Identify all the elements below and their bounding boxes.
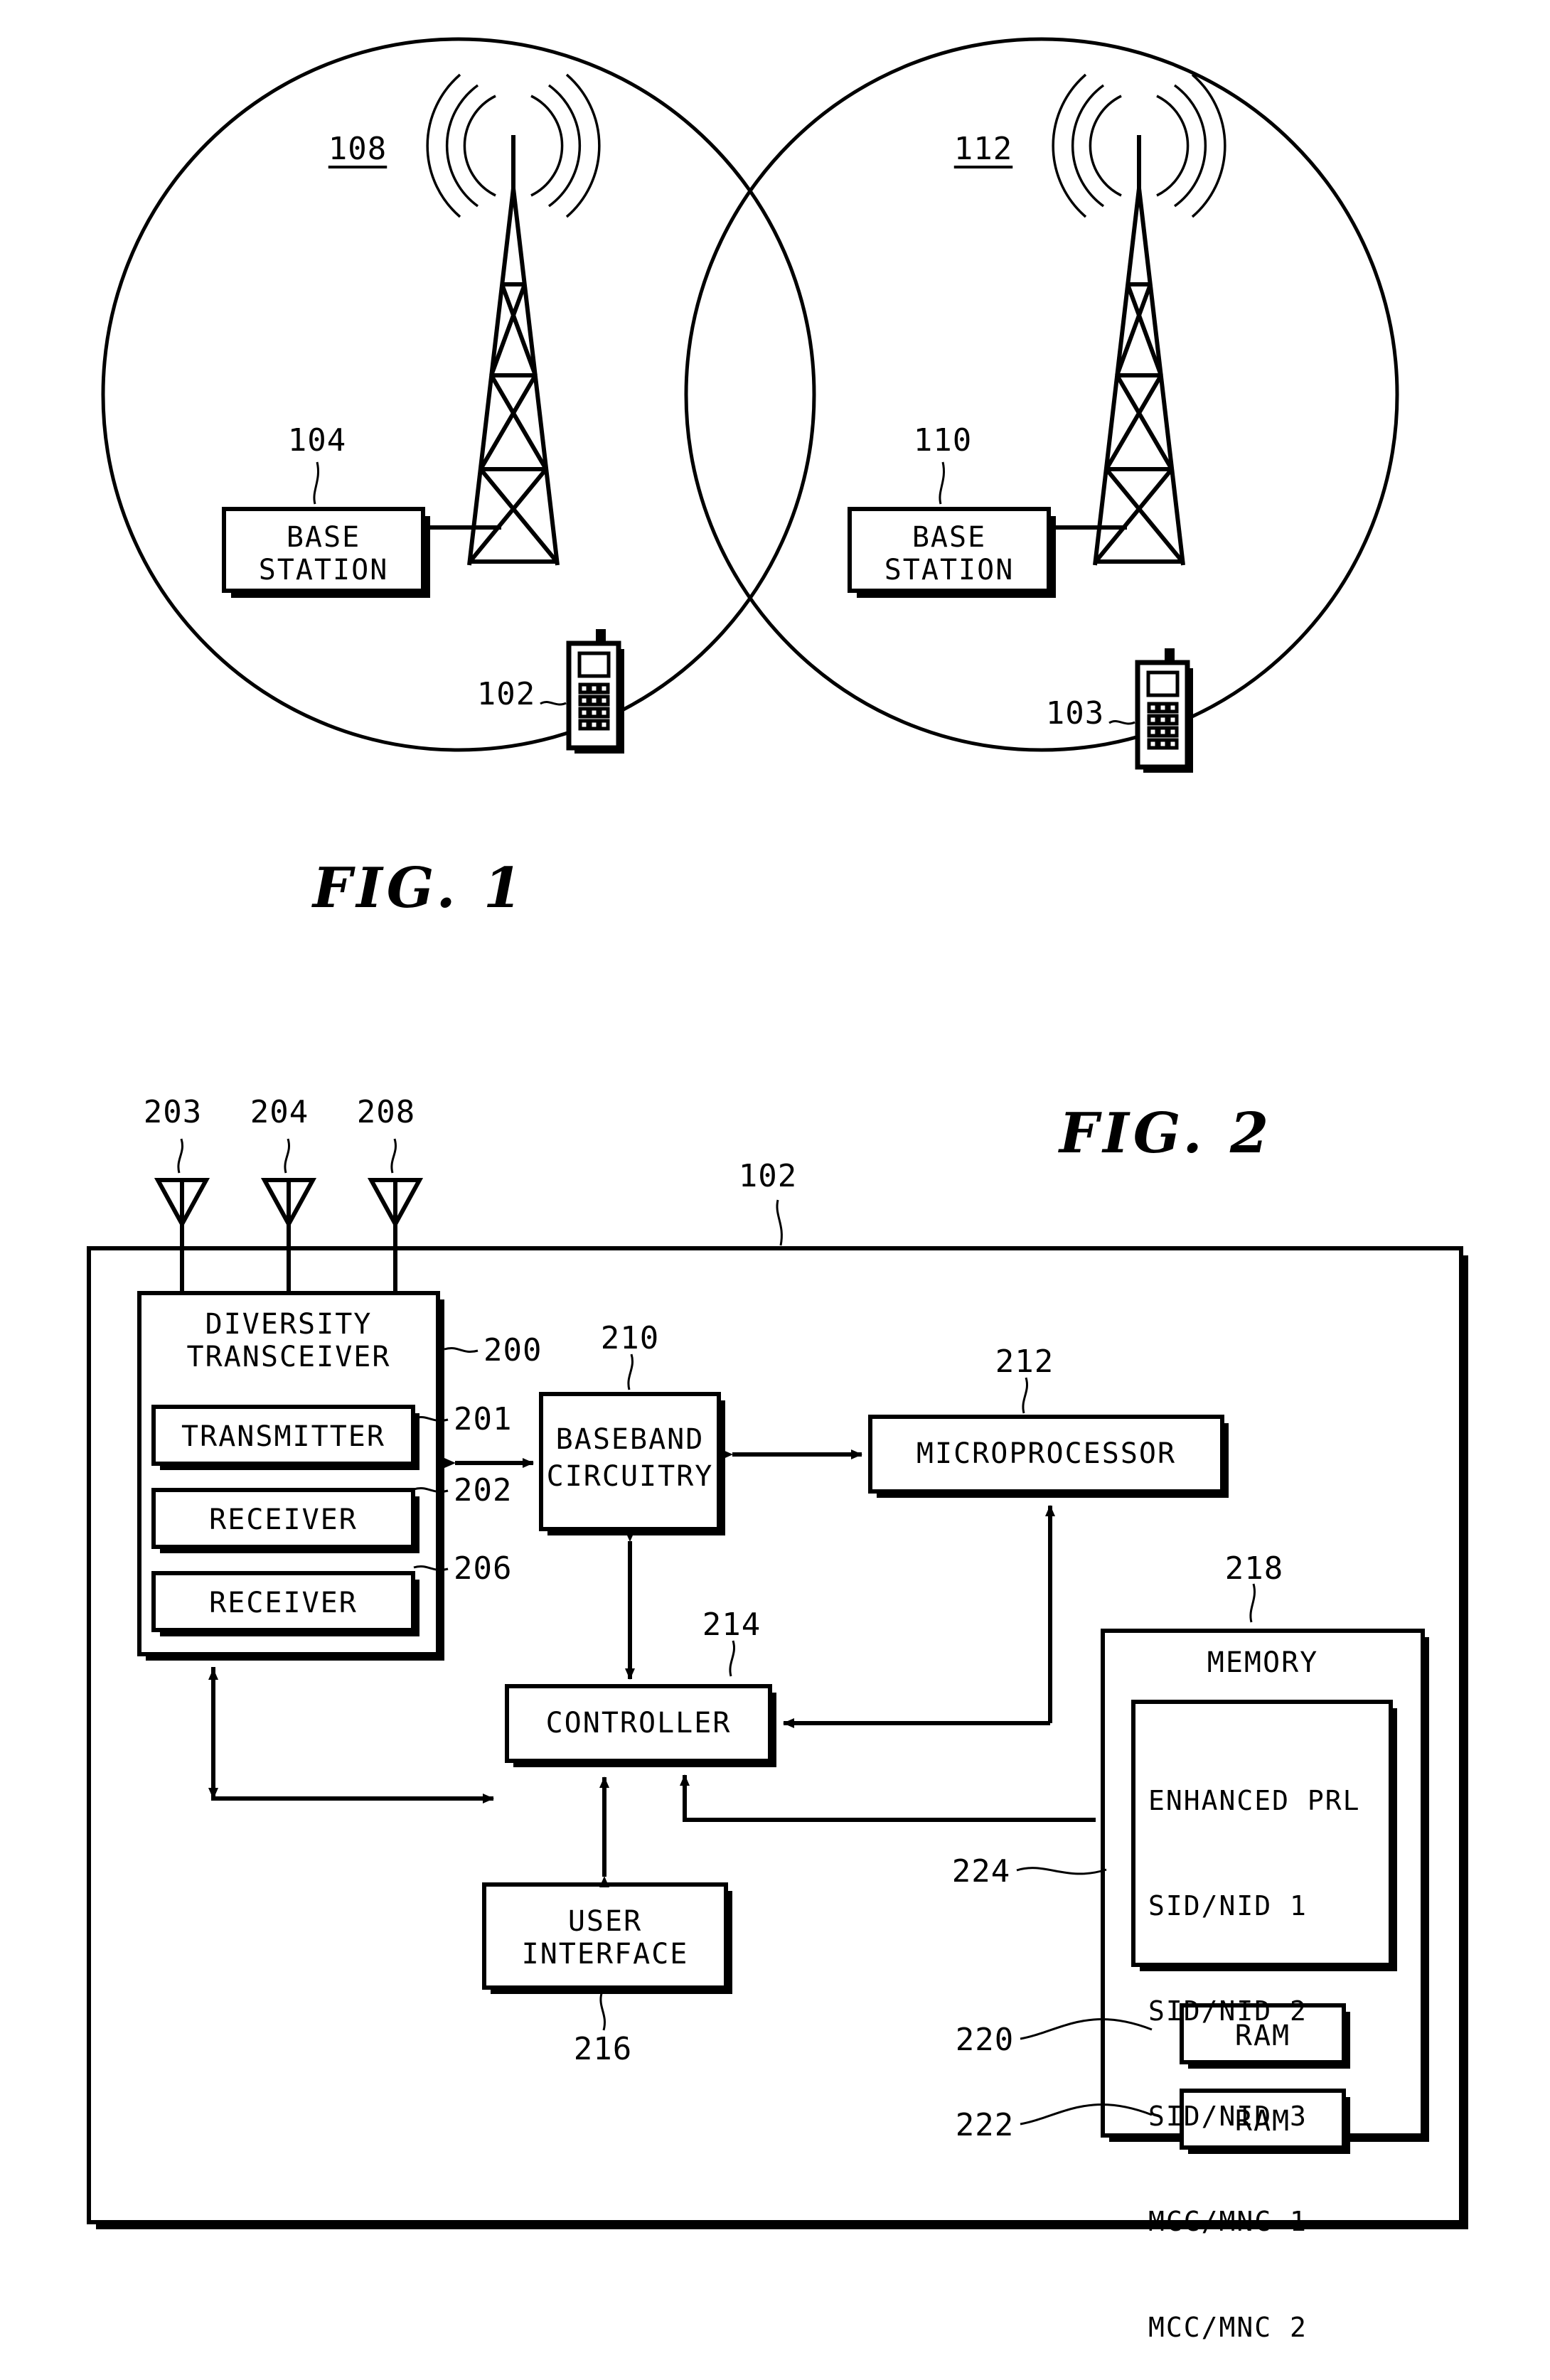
cell-ref-112: 112: [953, 131, 1013, 167]
mobile-phone-102-icon: [540, 629, 624, 754]
mobile-ref-103: 103: [1045, 695, 1105, 731]
tower-lattice-left: [467, 135, 560, 566]
block-ref-220: 220: [955, 2022, 1015, 2058]
patent-drawing-sheet: 108 112 104 110 BASE STATION BASE STATION …: [0, 0, 1550, 2343]
mobile-ref-102: 102: [476, 676, 536, 712]
prl-entry: MCC/MNC 2: [1148, 2311, 1308, 2343]
diversity-transceiver-label: DIVERSITY TRANSCEIVER: [186, 1308, 391, 1373]
fig1-tower-right: [1042, 73, 1226, 566]
tower-feed-right: [1042, 525, 1127, 562]
coverage-circle-108: [101, 37, 816, 752]
coverage-circle-112: [684, 37, 1399, 752]
tower-feed-left: [416, 525, 501, 562]
block-ref-200: 200: [483, 1332, 542, 1368]
antenna-ref-204: 204: [250, 1094, 309, 1130]
microprocessor-label: MICROPROCESSOR: [916, 1437, 1177, 1470]
leader-110: [939, 461, 945, 505]
block-ref-216: 216: [573, 2031, 633, 2067]
block-ref-206: 206: [454, 1550, 513, 1587]
block-ref-202: 202: [454, 1472, 513, 1508]
baseband-circuitry-label: BASEBAND CIRCUITRY: [546, 1423, 714, 1493]
leader-104: [313, 461, 319, 505]
leader-102-fig2: [776, 1199, 783, 1246]
block-ref-201: 201: [454, 1401, 513, 1437]
base-station-label-104: BASE STATION: [258, 521, 389, 586]
base-station-ref-104: 104: [287, 422, 347, 459]
block-ref-218: 218: [1224, 1550, 1284, 1587]
block-ref-224: 224: [951, 1853, 1011, 1889]
mobile-phone-103-icon: [1108, 648, 1193, 773]
fig1-tower-left: [416, 73, 601, 566]
block-ref-222: 222: [955, 2107, 1015, 2143]
block-ref-214: 214: [702, 1607, 761, 1643]
block-ref-212: 212: [995, 1344, 1054, 1380]
transmitter-label: TRANSMITTER: [181, 1420, 385, 1453]
device-ref-102: 102: [738, 1158, 798, 1194]
leader-102-fig1: [540, 700, 567, 706]
prl-entry: SID/NID 1: [1148, 1889, 1308, 1921]
fig1-coverage-circles: [101, 37, 1399, 752]
receiver-label-206: RECEIVER: [209, 1587, 358, 1619]
ram-label-220: RAM: [1234, 2020, 1291, 2052]
tower-lattice-right: [1093, 135, 1185, 566]
prl-entry: MCC/MNC 1: [1148, 2206, 1308, 2238]
antenna-ref-208: 208: [356, 1094, 416, 1130]
prl-entry: ENHANCED PRL: [1148, 1784, 1361, 1816]
base-station-ref-110: 110: [913, 422, 973, 459]
base-station-label-110: BASE STATION: [884, 521, 1015, 586]
ram-label-222: RAM: [1234, 2105, 1291, 2138]
cell-ref-108: 108: [328, 131, 388, 167]
block-ref-210: 210: [600, 1320, 660, 1356]
figure-caption-2: FIG. 2: [1059, 1101, 1273, 1166]
receiver-label-202: RECEIVER: [209, 1503, 358, 1536]
user-interface-label: USER INTERFACE: [521, 1905, 689, 1971]
controller-label: CONTROLLER: [545, 1707, 732, 1740]
leader-103-fig1: [1108, 719, 1135, 725]
figure-caption-1: FIG. 1: [312, 856, 527, 921]
antenna-ref-203: 203: [143, 1094, 203, 1130]
memory-label: MEMORY: [1207, 1646, 1319, 1679]
